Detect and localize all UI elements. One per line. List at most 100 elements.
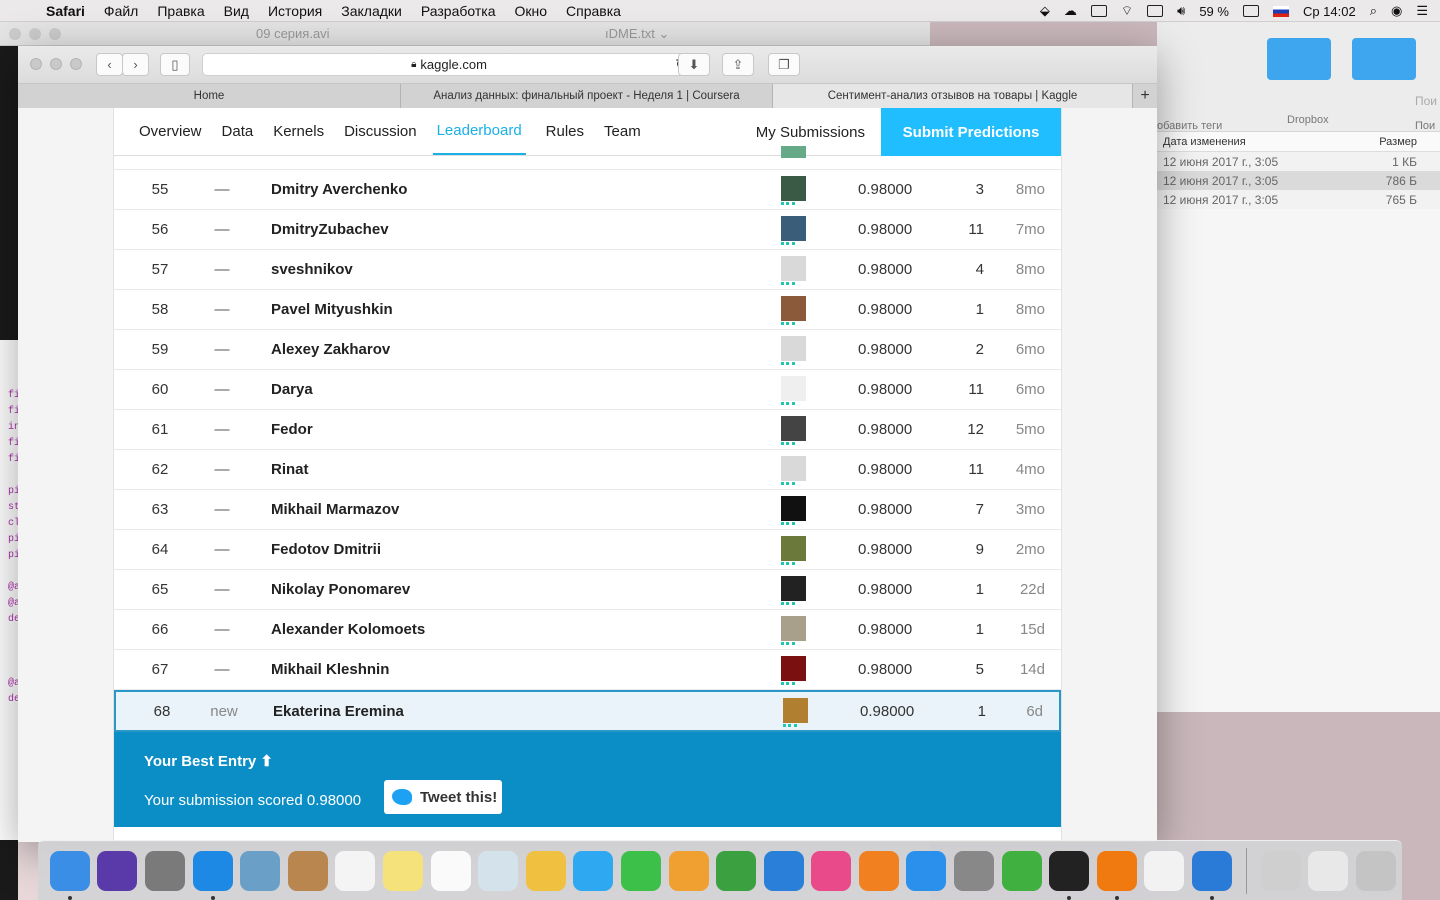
team-name[interactable]: DmitryZubachev (271, 221, 389, 238)
zoom-button[interactable] (70, 58, 82, 70)
avatar[interactable] (781, 656, 806, 685)
bg-window-title[interactable]: 09 серия.avi (256, 26, 330, 41)
avatar[interactable] (781, 416, 806, 445)
menu-bookmarks[interactable]: Закладки (341, 3, 402, 19)
menu-edit[interactable]: Правка (157, 3, 204, 19)
folder-icon[interactable] (1267, 38, 1331, 80)
table-row[interactable]: 61 — Fedor 0.98000 12 5mo (114, 410, 1061, 450)
team-name[interactable]: Darya (271, 381, 313, 398)
team-name[interactable]: Fedor (271, 421, 313, 438)
avatar[interactable] (781, 146, 806, 158)
team-name[interactable]: Mikhail Kleshnin (271, 661, 389, 678)
battery-percent[interactable]: 59 % (1199, 4, 1229, 19)
table-row[interactable]: 60 — Darya 0.98000 11 6mo (114, 370, 1061, 410)
table-row[interactable]: 56 — DmitryZubachev 0.98000 11 7mo (114, 210, 1061, 250)
team-name[interactable]: sveshnikov (271, 261, 353, 278)
photo-booth-icon[interactable] (478, 850, 519, 891)
avatar[interactable] (783, 698, 808, 727)
siri-icon[interactable] (97, 850, 138, 891)
preview-icon[interactable] (240, 850, 281, 891)
reminders-icon[interactable] (430, 850, 471, 891)
avatar[interactable] (781, 536, 806, 565)
app-store-icon[interactable] (906, 850, 947, 891)
tab-kaggle[interactable]: Сентимент-анализ отзывов на товары | Kag… (773, 84, 1133, 108)
messages-icon[interactable] (573, 850, 614, 891)
itunes-icon[interactable] (811, 850, 852, 891)
column-date-modified[interactable]: Дата изменения (1157, 136, 1357, 148)
volume-icon[interactable]: 🔊︎ (1177, 3, 1185, 19)
new-tab-button[interactable]: + (1133, 84, 1157, 108)
table-row[interactable]: 62 — Rinat 0.98000 11 4mo (114, 450, 1061, 490)
tab-team[interactable]: Team (604, 108, 641, 155)
bg-close-button[interactable] (9, 28, 21, 40)
avatar[interactable] (781, 576, 806, 605)
table-row[interactable]: 59 — Alexey Zakharov 0.98000 2 6mo (114, 330, 1061, 370)
address-bar[interactable]: 🔒︎ kaggle.com ↻ (202, 53, 696, 76)
bg-zoom-button[interactable] (49, 28, 61, 40)
avatar[interactable] (781, 216, 806, 245)
dropbox-button[interactable]: Dropbox (1287, 114, 1329, 126)
numbers-icon[interactable] (716, 850, 757, 891)
table-row[interactable]: 55 — Dmitry Averchenko 0.98000 3 8mo (114, 170, 1061, 210)
avatar[interactable] (781, 256, 806, 285)
minimize-button[interactable] (50, 58, 62, 70)
tab-rules[interactable]: Rules (546, 108, 584, 155)
pages-icon[interactable] (668, 850, 709, 891)
team-name[interactable]: Mikhail Marmazov (271, 501, 399, 518)
table-row[interactable]: 57 — sveshnikov 0.98000 4 8mo (114, 250, 1061, 290)
menu-app-name[interactable]: Safari (46, 3, 85, 19)
share-icon[interactable]: ⇪ (722, 53, 754, 76)
spotlight-icon[interactable]: ⌕ (1370, 3, 1377, 19)
photos-icon[interactable] (525, 850, 566, 891)
clock[interactable]: Ср 14:02 (1303, 4, 1356, 19)
table-row[interactable]: 66 — Alexander Kolomoets 0.98000 1 15d (114, 610, 1061, 650)
safari-icon[interactable] (192, 850, 233, 900)
menu-help[interactable]: Справка (566, 3, 621, 19)
tab-overview[interactable]: Overview (139, 108, 202, 155)
team-name[interactable]: Alexander Kolomoets (271, 621, 425, 638)
table-row[interactable]: 65 — Nikolay Ponomarev 0.98000 1 22d (114, 570, 1061, 610)
menu-file[interactable]: Файл (104, 3, 138, 19)
battery-icon[interactable] (1242, 5, 1259, 17)
avatar[interactable] (781, 456, 806, 485)
table-row[interactable]: 67 — Mikhail Kleshnin 0.98000 5 14d (114, 650, 1061, 690)
table-row[interactable]: 63 — Mikhail Marmazov 0.98000 7 3mo (114, 490, 1061, 530)
tab-discussion[interactable]: Discussion (344, 108, 417, 155)
terminal-icon[interactable] (1049, 850, 1090, 900)
sidebar-icon[interactable]: ▯ (160, 53, 190, 76)
bg-window-title-2[interactable]: ıDME.txt ⌄ (605, 26, 669, 42)
contacts-icon[interactable] (287, 850, 328, 891)
avatar[interactable] (781, 336, 806, 365)
textedit-icon[interactable] (1144, 850, 1185, 891)
notes-icon[interactable] (382, 850, 423, 891)
dropbox-status-icon[interactable]: ⬙ (1040, 3, 1050, 19)
xcode-icon[interactable] (1192, 850, 1233, 900)
downloads-icon[interactable]: ⬇ (678, 53, 710, 76)
file-row[interactable]: 12 июня 2017 г., 3:05 786 Б (1157, 171, 1440, 190)
menu-develop[interactable]: Разработка (421, 3, 496, 19)
my-submissions-link[interactable]: My Submissions (756, 108, 865, 156)
my-leaderboard-row[interactable]: 68 new Ekaterina Eremina 0.98000 1 6d (114, 690, 1061, 732)
back-icon[interactable]: ‹ (96, 53, 123, 76)
table-row[interactable]: 58 — Pavel Mityushkin 0.98000 1 8mo (114, 290, 1061, 330)
siri-menu-icon[interactable]: ◉ (1391, 3, 1402, 19)
table-row[interactable]: 64 — Fedotov Dmitrii 0.98000 9 2mo (114, 530, 1061, 570)
team-name[interactable]: Pavel Mityushkin (271, 301, 393, 318)
cloud-status-icon[interactable]: ☁ (1064, 3, 1077, 19)
team-name[interactable]: Alexey Zakharov (271, 341, 390, 358)
circle-app-icon[interactable] (1001, 850, 1042, 891)
team-name[interactable]: Ekaterina Eremina (273, 703, 404, 720)
tab-data[interactable]: Data (222, 108, 254, 155)
airplay-icon[interactable] (1147, 5, 1164, 17)
avatar[interactable] (781, 376, 806, 405)
tab-coursera[interactable]: Анализ данных: финальный проект - Неделя… (401, 84, 773, 108)
tab-leaderboard[interactable]: Leaderboard (432, 108, 526, 155)
downloads-stack-icon[interactable] (1308, 850, 1349, 891)
team-name[interactable]: Nikolay Ponomarev (271, 581, 410, 598)
avatar[interactable] (781, 296, 806, 325)
file-row[interactable]: 12 июня 2017 г., 3:05 765 Б (1157, 190, 1440, 209)
calendar-icon[interactable] (335, 850, 376, 891)
ibooks-icon[interactable] (858, 850, 899, 891)
team-name[interactable]: Dmitry Averchenko (271, 181, 407, 198)
system-preferences-icon[interactable] (954, 850, 995, 891)
